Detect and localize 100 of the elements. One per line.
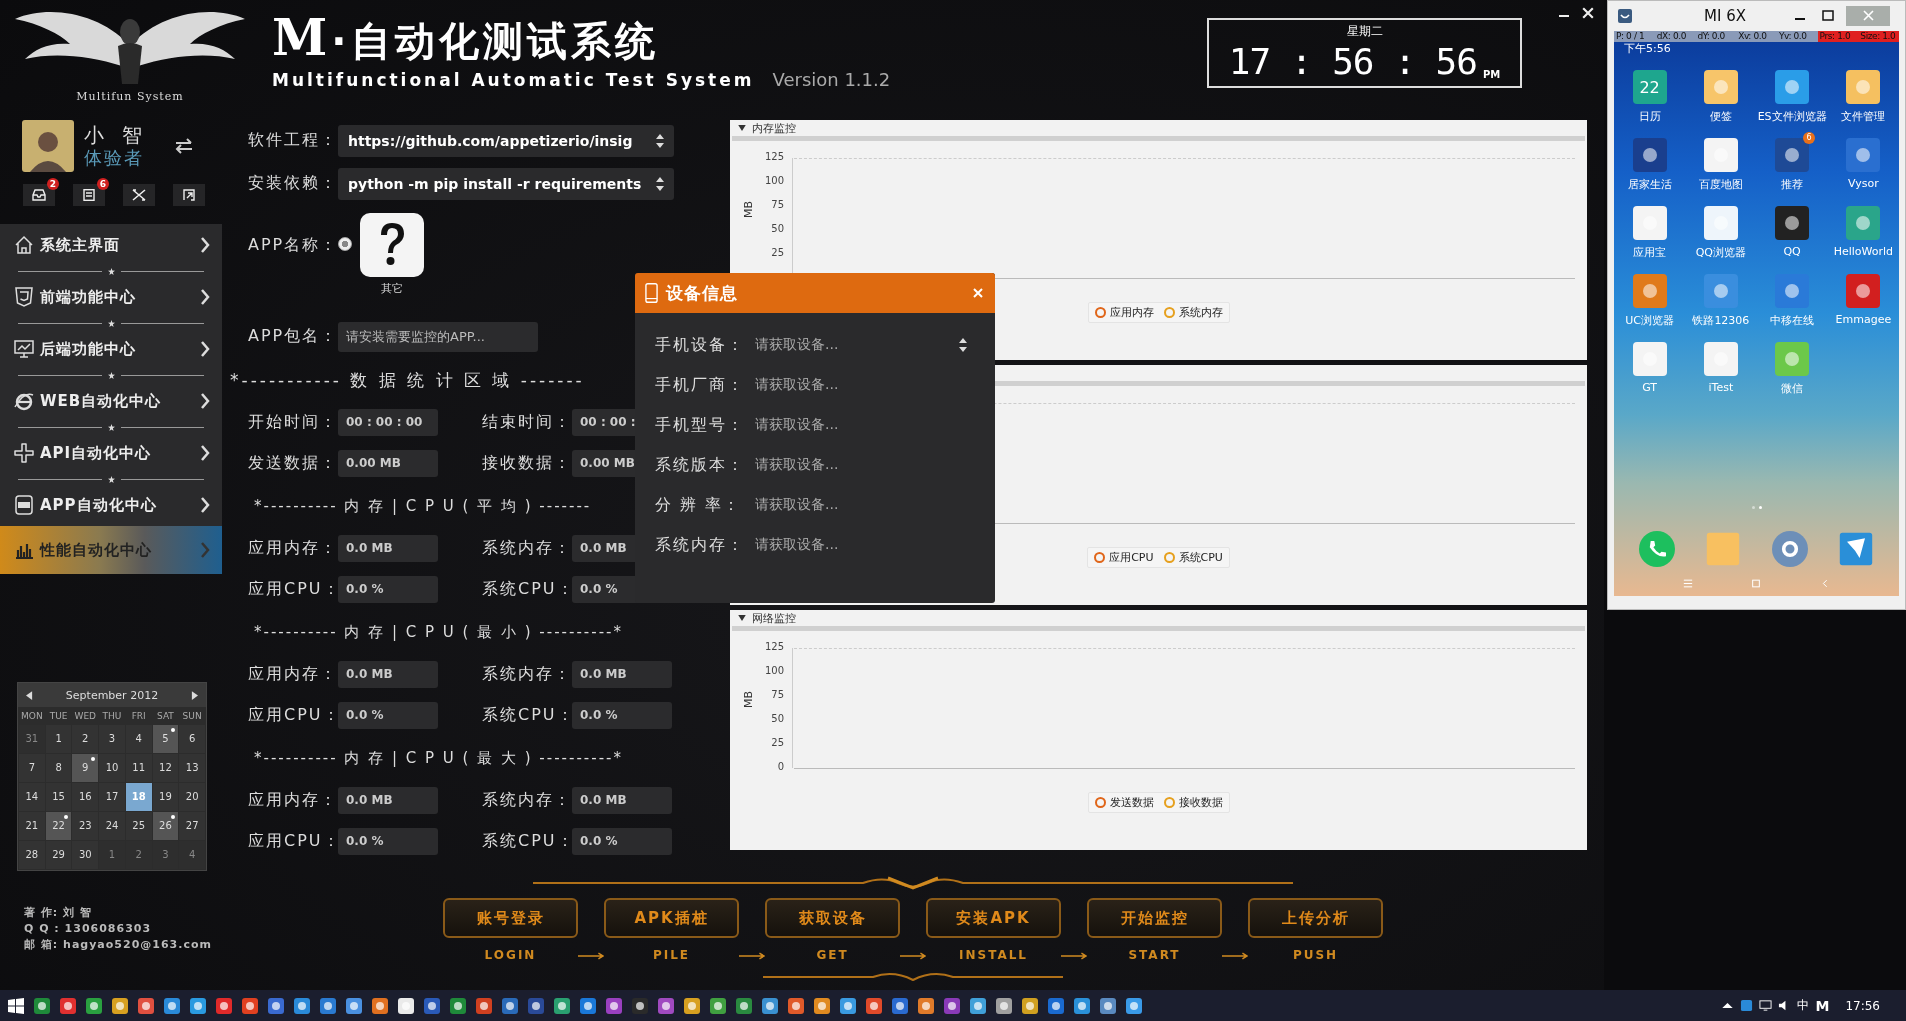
page-dot[interactable] [1758,506,1762,509]
calendar-day[interactable]: 29 [45,841,72,869]
question-app-icon[interactable] [360,213,424,277]
calendar-day[interactable]: 2 [72,725,99,753]
toolbar-button[interactable] [173,184,205,206]
step-button[interactable]: 获取设备 [765,898,900,938]
calendar-day[interactable]: 9 [72,754,99,782]
taskbar-app-icon[interactable] [32,995,52,1016]
taskbar-app-icon[interactable] [578,995,598,1016]
nav-item[interactable]: 系统主界面 [0,224,222,266]
taskbar-app-icon[interactable] [1046,995,1066,1016]
taskbar-app-icon[interactable] [1098,995,1118,1016]
swap-icon[interactable] [174,138,195,154]
step-button[interactable]: 安装APK [926,898,1061,938]
toolbar-button[interactable] [123,184,155,206]
select-field[interactable]: https://github.com/appetizerio/insig [338,124,674,157]
taskbar-app-icon[interactable] [1072,995,1092,1016]
app-icon[interactable] [1632,206,1667,240]
calendar-day[interactable]: 22 [45,812,72,840]
taskbar-app-icon[interactable] [1124,995,1144,1016]
calendar-day[interactable]: 17 [99,783,125,811]
taskbar-app-icon[interactable] [682,995,702,1016]
input-method[interactable]: 中 [1797,997,1810,1014]
calendar-day[interactable]: 12 [152,754,179,782]
step-button[interactable]: 账号登录 [443,898,578,938]
taskbar-app-icon[interactable] [266,995,286,1016]
taskbar-app-icon[interactable] [604,995,624,1016]
taskbar-app-icon[interactable] [370,995,390,1016]
taskbar-app-icon[interactable] [786,995,806,1016]
calendar-day[interactable]: 19 [152,783,179,811]
package-input[interactable]: 请安装需要监控的APP... [338,321,538,352]
calendar-day[interactable]: 20 [179,783,205,811]
calendar-day[interactable]: 15 [45,783,72,811]
device-select[interactable]: 请获取设备... [755,336,975,354]
taskbar-app-icon[interactable] [344,995,364,1016]
taskbar-app-icon[interactable] [84,995,104,1016]
taskbar-app-icon[interactable] [396,995,416,1016]
calendar-day[interactable]: 5 [152,725,179,753]
taskbar-app-icon[interactable] [240,995,260,1016]
nav-item[interactable]: 性能自动化中心 [0,526,222,574]
app-icon[interactable] [1703,206,1738,240]
app-icon[interactable] [1775,70,1810,104]
taskbar-app-icon[interactable] [136,995,156,1016]
taskbar-app-icon[interactable] [58,995,78,1016]
taskbar-app-icon[interactable] [760,995,780,1016]
app-icon[interactable] [1703,342,1738,376]
previous-month-icon[interactable] [26,690,33,700]
calendar-day[interactable]: 1 [45,725,72,753]
calendar-day[interactable]: 16 [72,783,99,811]
calendar-day[interactable]: 10 [99,754,125,782]
app-icon[interactable] [1775,138,1810,172]
network-icon[interactable] [1759,999,1773,1012]
settings-icon[interactable] [1771,531,1808,567]
calendar-day[interactable]: 6 [179,725,205,753]
taskbar-app-icon[interactable] [1020,995,1040,1016]
taskbar-app-icon[interactable] [968,995,988,1016]
app-icon[interactable] [1846,138,1881,172]
taskbar-app-icon[interactable] [656,995,676,1016]
calendar-day[interactable]: 24 [99,812,125,840]
nav-item[interactable]: WEB自动化中心 [0,380,222,422]
step-button[interactable]: 上传分析 [1248,898,1383,938]
taskbar-app-icon[interactable] [890,995,910,1016]
app-icon[interactable] [1703,138,1738,172]
collapse-icon[interactable] [738,125,746,131]
taskbar-app-icon[interactable] [812,995,832,1016]
calendar-day[interactable]: 25 [125,812,152,840]
tray-letter[interactable]: M [1815,997,1830,1014]
taskbar-app-icon[interactable] [110,995,130,1016]
step-button[interactable]: 开始监控 [1087,898,1222,938]
app-icon[interactable] [1632,138,1667,172]
taskbar-app-icon[interactable] [214,995,234,1016]
calendar-day[interactable]: 3 [99,725,125,753]
radio-button[interactable] [338,237,352,251]
taskbar-app-icon[interactable] [448,995,468,1016]
page-dot[interactable] [1751,506,1755,509]
app-icon[interactable] [1837,531,1874,567]
calendar-day[interactable]: 7 [19,754,45,782]
taskbar-app-icon[interactable] [162,995,182,1016]
taskbar-app-icon[interactable] [864,995,884,1016]
collapse-icon[interactable] [738,615,746,621]
nav-item[interactable]: 后端功能中心 [0,328,222,370]
taskbar-app-icon[interactable] [916,995,936,1016]
app-icon[interactable] [1775,206,1810,240]
close-icon[interactable] [1582,7,1594,19]
taskbar-app-icon[interactable] [500,995,520,1016]
taskbar-app-icon[interactable] [838,995,858,1016]
taskbar-app-icon[interactable] [552,995,572,1016]
calendar-day[interactable]: 4 [125,725,152,753]
taskbar-app-icon[interactable] [630,995,650,1016]
calendar-day[interactable]: 13 [179,754,205,782]
taskbar-app-icon[interactable] [422,995,442,1016]
start-icon[interactable] [6,995,26,1016]
tray-icon[interactable] [1740,999,1754,1012]
nav-item[interactable]: APP自动化中心 [0,484,222,526]
calendar-day[interactable]: 27 [179,812,205,840]
app-icon[interactable] [1703,70,1738,104]
calendar-day[interactable]: 26 [152,812,179,840]
calendar-day[interactable]: 28 [19,841,45,869]
taskbar-clock[interactable]: 17:56 [1845,998,1880,1013]
app-icon[interactable] [1846,206,1881,240]
